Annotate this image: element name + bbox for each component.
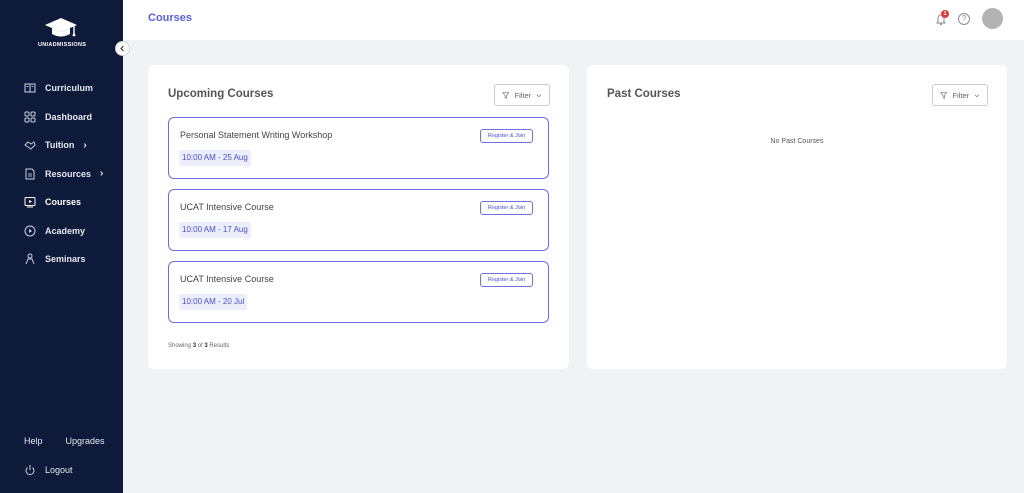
sidebar-item-tuition[interactable]: Tuition ›: [0, 131, 123, 160]
filter-label: Filter: [952, 90, 970, 100]
sidebar-bottom-links: Help Upgrades: [24, 436, 105, 446]
sidebar-item-label: Dashboard: [45, 111, 93, 122]
register-join-button[interactable]: Register & Join: [480, 273, 533, 287]
results-of: of: [197, 343, 203, 349]
results-prefix: Showing: [168, 343, 192, 349]
results-count: Showing 3 of 3 Results: [168, 343, 229, 349]
course-card[interactable]: UCAT Intensive Course Register & Join 10…: [168, 189, 549, 251]
sidebar-item-label: Curriculum: [45, 83, 94, 94]
filter-icon: [940, 91, 948, 99]
empty-state-text: No Past Courses: [770, 138, 824, 145]
logout-label: Logout: [45, 465, 73, 475]
results-total: 3: [204, 343, 208, 349]
chevron-right-icon: ›: [100, 168, 104, 180]
past-filter-button[interactable]: Filter: [932, 84, 988, 106]
logout-button[interactable]: Logout: [24, 464, 73, 476]
course-card[interactable]: Personal Statement Writing Workshop Regi…: [168, 117, 549, 179]
help-link[interactable]: Help: [24, 436, 43, 446]
results-shown: 3: [192, 343, 197, 349]
upcoming-courses-card: Upcoming Courses Filter Personal Stateme…: [148, 65, 569, 369]
chevron-down-icon: [974, 93, 980, 97]
sidebar-item-label: Resources: [45, 168, 92, 179]
presenter-icon: [24, 253, 36, 265]
past-courses-title: Past Courses: [607, 88, 681, 100]
upcoming-courses-title: Upcoming Courses: [168, 88, 274, 100]
graduation-cap-icon: [45, 18, 77, 37]
play-screen-icon: [24, 196, 36, 208]
register-join-button[interactable]: Register & Join: [480, 129, 533, 143]
play-circle-icon: [24, 225, 36, 237]
sidebar-item-dashboard[interactable]: Dashboard: [0, 103, 123, 132]
past-courses-card: Past Courses Filter No Past Courses: [587, 65, 1007, 369]
sidebar-item-label: Academy: [45, 225, 86, 236]
collapse-sidebar-button[interactable]: [115, 41, 130, 56]
sidebar-item-courses[interactable]: Courses: [0, 188, 123, 217]
course-date: 10:00 AM - 17 Aug: [179, 222, 251, 238]
sidebar-item-curriculum[interactable]: Curriculum: [0, 74, 123, 103]
handshake-icon: [24, 139, 36, 151]
sidebar-item-resources[interactable]: Resources ›: [0, 160, 123, 189]
power-icon: [24, 464, 36, 476]
filter-label: Filter: [514, 90, 532, 100]
course-name: UCAT Intensive Course: [180, 274, 274, 284]
grid-icon: [24, 111, 36, 123]
page-title: Courses: [148, 12, 193, 24]
sidebar: UNIADMISSIONS Curriculum Dashboard Tuiti…: [0, 0, 123, 493]
course-date: 10:00 AM - 25 Aug: [179, 150, 251, 166]
register-join-button[interactable]: Register & Join: [480, 201, 533, 215]
filter-icon: [502, 91, 510, 99]
notification-badge: 1: [941, 10, 949, 18]
chevron-right-icon: ›: [83, 139, 87, 151]
chevron-left-icon: [120, 45, 124, 52]
avatar[interactable]: [982, 8, 1003, 29]
upcoming-filter-button[interactable]: Filter: [494, 84, 550, 106]
results-suffix: Results: [209, 343, 230, 349]
help-icon[interactable]: ?: [958, 13, 970, 25]
sidebar-item-label: Seminars: [45, 254, 86, 265]
sidebar-item-academy[interactable]: Academy: [0, 217, 123, 246]
sidebar-item-seminars[interactable]: Seminars: [0, 245, 123, 274]
brand-logo[interactable]: UNIADMISSIONS: [38, 16, 87, 48]
brand-name: UNIADMISSIONS: [38, 42, 87, 48]
course-date: 10:00 AM - 20 Jul: [179, 294, 248, 310]
course-name: Personal Statement Writing Workshop: [180, 130, 333, 140]
course-name: UCAT Intensive Course: [180, 202, 274, 212]
upgrades-link[interactable]: Upgrades: [66, 436, 105, 446]
sidebar-item-label: Courses: [45, 197, 82, 208]
chevron-down-icon: [536, 93, 542, 97]
document-icon: [24, 168, 36, 180]
sidebar-item-label: Tuition: [45, 140, 75, 151]
course-card[interactable]: UCAT Intensive Course Register & Join 10…: [168, 261, 549, 323]
sidebar-nav: Curriculum Dashboard Tuition › Resources…: [0, 74, 123, 274]
top-bar: Courses 1 ?: [123, 0, 1024, 40]
book-icon: [24, 82, 36, 94]
